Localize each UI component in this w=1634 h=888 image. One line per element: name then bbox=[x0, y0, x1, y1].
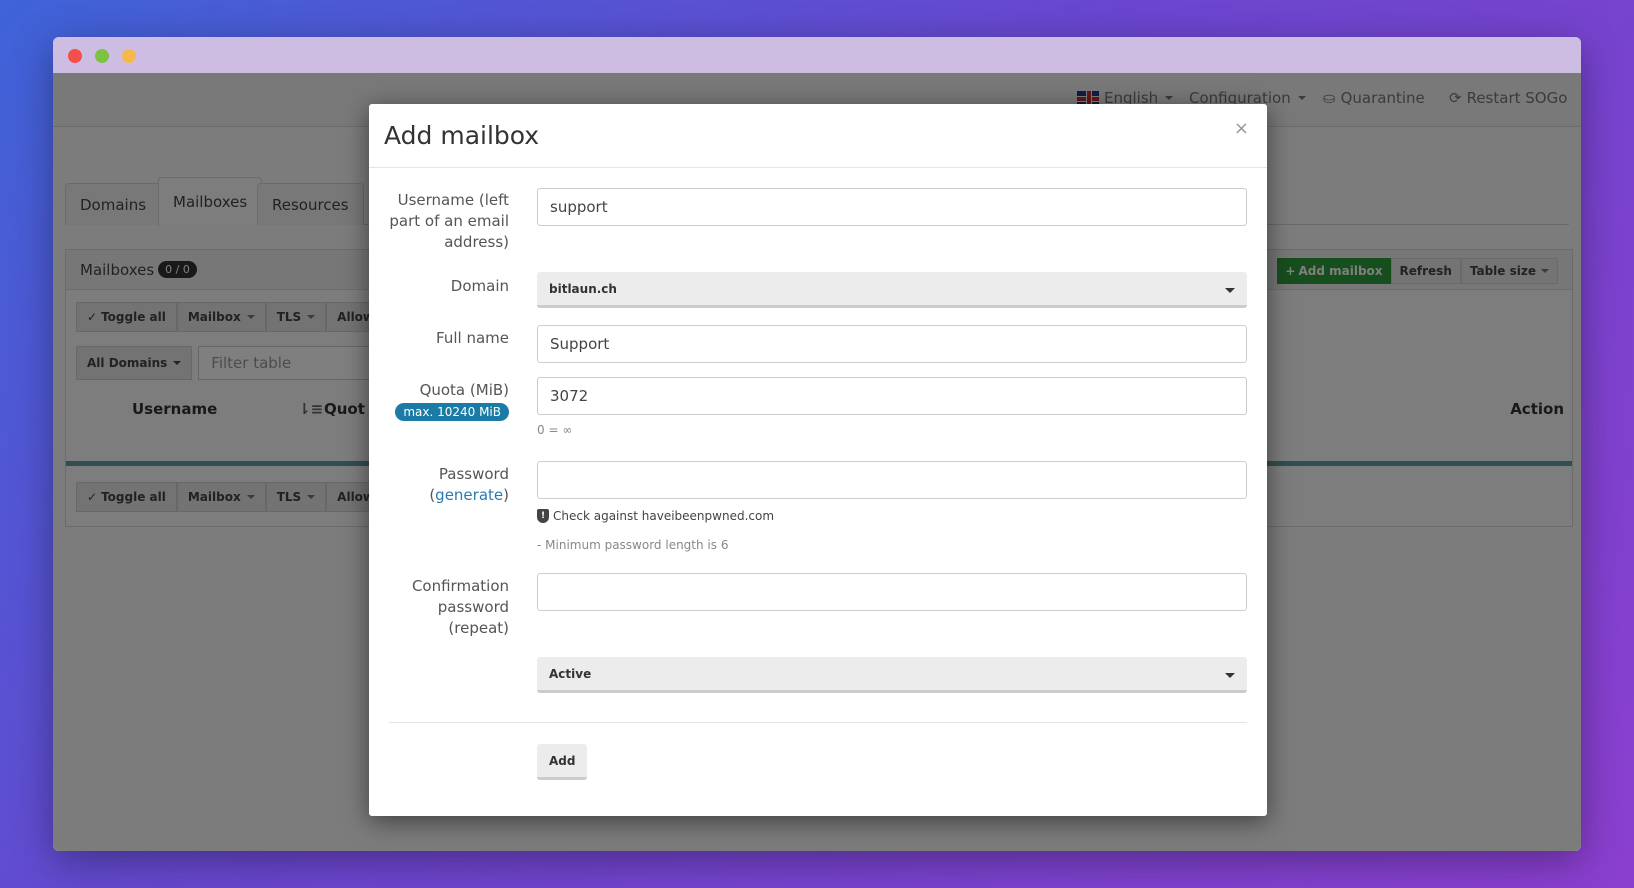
maximize-window-button[interactable] bbox=[95, 49, 109, 63]
quota-input[interactable]: 3072 bbox=[537, 377, 1247, 415]
username-input[interactable]: support bbox=[537, 188, 1247, 226]
close-window-button[interactable] bbox=[68, 49, 82, 63]
generate-password-link[interactable]: generate bbox=[435, 486, 503, 504]
modal-divider bbox=[389, 722, 1247, 723]
password-label: Password (generate) bbox=[429, 465, 509, 504]
username-label: Username (left part of an email address) bbox=[389, 191, 509, 251]
quota-help-text: 0 = ∞ bbox=[537, 423, 573, 437]
close-icon[interactable]: × bbox=[1234, 118, 1249, 139]
chevron-down-icon bbox=[1225, 673, 1235, 678]
domain-label: Domain bbox=[450, 277, 509, 295]
confirm-password-label: Confirmation password (repeat) bbox=[411, 577, 509, 637]
status-select[interactable]: Active bbox=[537, 657, 1247, 693]
quota-label: Quota (MiB) bbox=[419, 381, 509, 399]
fullname-input[interactable]: Support bbox=[537, 325, 1247, 363]
minimize-window-button[interactable] bbox=[122, 49, 136, 63]
domain-select[interactable]: bitlaun.ch bbox=[537, 272, 1247, 308]
chevron-down-icon bbox=[1225, 288, 1235, 293]
fullname-label: Full name bbox=[436, 329, 509, 347]
add-button[interactable]: Add bbox=[537, 744, 588, 780]
modal-title: Add mailbox bbox=[384, 121, 540, 150]
password-help-text: - Minimum password length is 6 bbox=[537, 538, 729, 552]
shield-icon: ! bbox=[537, 509, 549, 523]
password-input[interactable] bbox=[537, 461, 1247, 499]
quota-max-badge: max. 10240 MiB bbox=[395, 403, 509, 421]
add-mailbox-modal: Add mailbox × Username (left part of an … bbox=[369, 104, 1267, 816]
pwned-check[interactable]: ! Check against haveibeenpwned.com bbox=[537, 509, 774, 523]
confirm-password-input[interactable] bbox=[537, 573, 1247, 611]
modal-header: Add mailbox × bbox=[369, 104, 1267, 168]
window-titlebar bbox=[53, 37, 1581, 73]
